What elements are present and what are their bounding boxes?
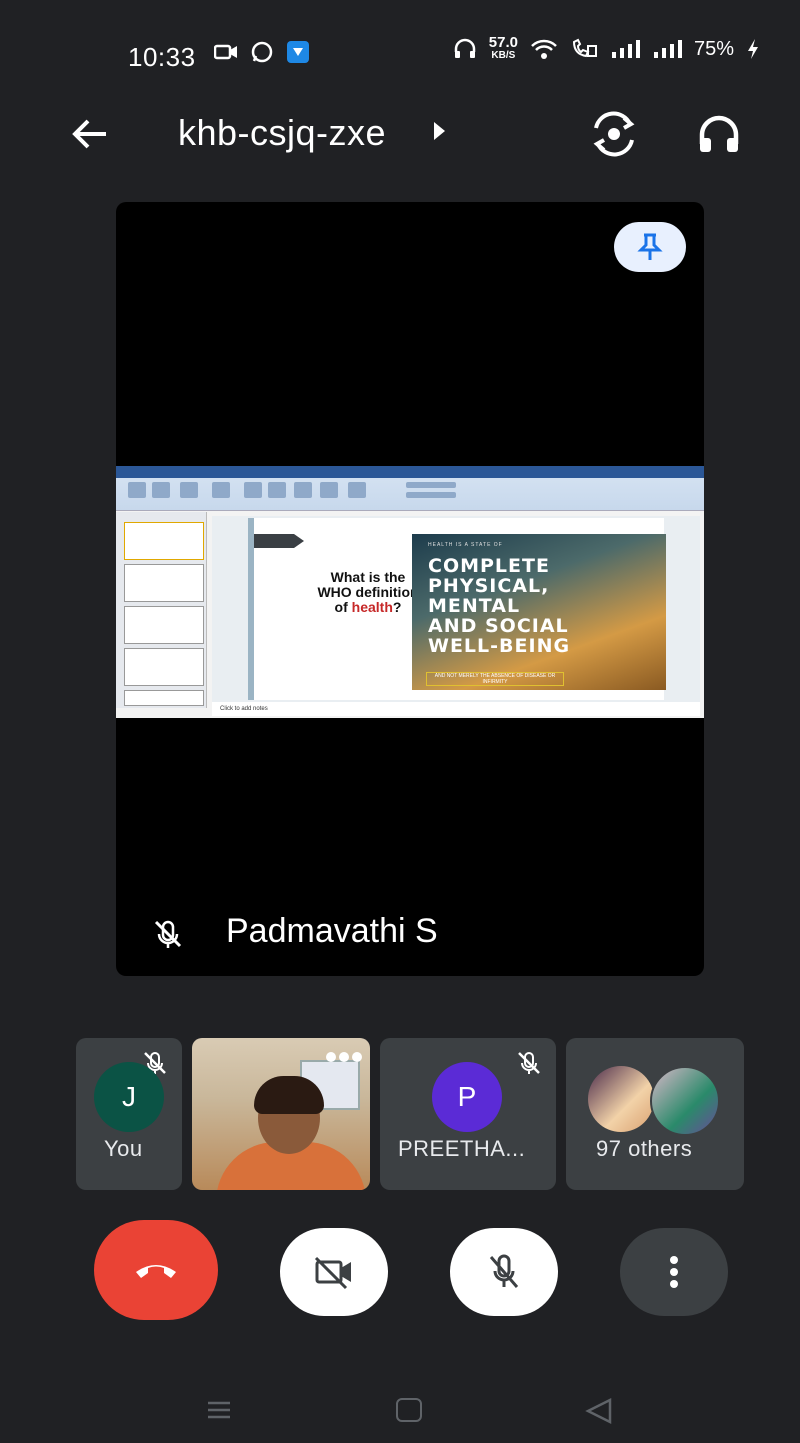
battery-level: 75%: [693, 37, 734, 60]
current-slide: What is the WHO definition of health? HE…: [248, 518, 666, 700]
main-video-tile[interactable]: What is the WHO definition of health? HE…: [116, 202, 704, 976]
meeting-code[interactable]: khb-csjq-zxe: [178, 112, 386, 154]
participant-photo-avatar: [650, 1066, 720, 1136]
powerpoint-ribbon: [116, 466, 704, 511]
headphones-audio-icon[interactable]: [694, 110, 744, 160]
camera-off-icon: [314, 1256, 351, 1290]
participant-tile-you[interactable]: J You: [76, 1038, 182, 1190]
headset-icon: [454, 38, 476, 58]
presenter-name: Padmavathi S: [226, 912, 438, 950]
meeting-header: khb-csjq-zxe: [0, 96, 800, 172]
network-speed: 57.0 KB/S: [488, 34, 518, 61]
charging-icon: [748, 39, 758, 59]
slide-notes: Click to add notes: [212, 702, 700, 716]
video-notification-icon: [214, 44, 237, 60]
others-tile[interactable]: 97 others: [566, 1038, 744, 1190]
shared-screen: What is the WHO definition of health? HE…: [116, 466, 704, 718]
home-icon[interactable]: [396, 1398, 422, 1422]
more-options-icon[interactable]: [326, 1052, 362, 1062]
participant-name: PREETHA...: [398, 1136, 526, 1161]
mic-off-icon: [154, 920, 182, 948]
participant-tile-preetha[interactable]: P PREETHA...: [380, 1038, 556, 1190]
mic-toggle-button[interactable]: [450, 1228, 558, 1316]
whatsapp-icon: [251, 41, 273, 63]
more-options-button[interactable]: [620, 1228, 728, 1316]
hang-up-icon: [136, 1265, 176, 1278]
recents-menu-icon[interactable]: [206, 1400, 232, 1420]
participant-photo-avatar: [588, 1066, 654, 1132]
meeting-details-caret-icon[interactable]: [434, 122, 445, 140]
pin-icon: [637, 233, 663, 260]
system-nav-bar: [0, 1380, 800, 1443]
slide-headline: COMPLETE PHYSICAL, MENTAL AND SOCIAL WEL…: [428, 555, 571, 657]
switch-camera-icon[interactable]: [588, 108, 640, 160]
camera-toggle-button[interactable]: [280, 1228, 388, 1316]
signal-1-icon: [611, 40, 640, 58]
slide-thumbnails: [116, 512, 207, 708]
nav-back-icon[interactable]: [584, 1396, 614, 1426]
participant-video-tile[interactable]: [192, 1038, 370, 1190]
pin-button[interactable]: [614, 222, 686, 272]
wifi-icon: [531, 39, 557, 59]
others-count: 97 others: [596, 1136, 693, 1161]
mic-off-icon: [518, 1051, 540, 1074]
clock: 10:33: [128, 42, 196, 72]
back-arrow-icon[interactable]: [66, 110, 114, 158]
participant-name: You: [104, 1136, 143, 1161]
avatar: J: [94, 1062, 164, 1132]
slide-photo: HEALTH IS A STATE OF COMPLETE PHYSICAL, …: [412, 534, 666, 690]
app-notification-icon: [287, 41, 309, 63]
end-call-button[interactable]: [94, 1220, 218, 1320]
more-vert-icon: [670, 1256, 678, 1288]
mic-off-icon: [489, 1254, 519, 1288]
status-bar: 10:33 57.0 KB/S 75%: [0, 0, 800, 110]
signal-2-icon: [653, 40, 682, 58]
avatar: P: [432, 1062, 502, 1132]
volte-call-icon: [572, 38, 597, 58]
